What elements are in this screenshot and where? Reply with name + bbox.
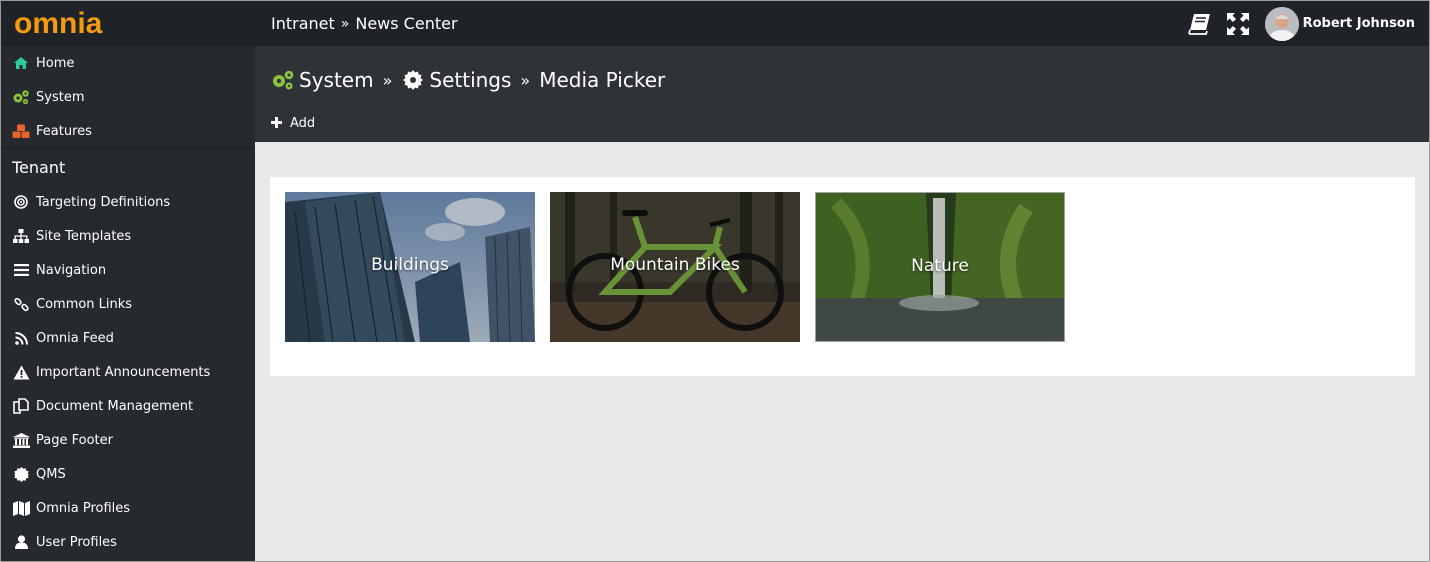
avatar[interactable] <box>1264 6 1299 41</box>
book-icon[interactable] <box>1187 11 1213 37</box>
sidebar-item-label: Targeting Definitions <box>36 194 171 210</box>
user-icon <box>12 533 30 551</box>
top-bar-actions: Robert Johnson <box>1175 6 1429 41</box>
home-icon <box>12 54 30 72</box>
page-breadcrumb: System » Settings » Media Picker <box>271 68 665 92</box>
sitemap-icon <box>12 227 30 245</box>
sidebar-tenant-nav: Targeting Definitions Site Templates Nav… <box>1 185 255 559</box>
media-tile-label: Nature <box>911 256 969 276</box>
breadcrumb-separator: » <box>340 15 350 32</box>
media-picker-panel: Buildings Mountain Bikes Nature <box>270 177 1415 376</box>
certificate-icon <box>12 465 30 483</box>
sidebar-item-label: Navigation <box>36 262 107 278</box>
omnia-logo[interactable]: omnia <box>14 8 102 39</box>
media-tile-nature[interactable]: Nature <box>815 192 1065 342</box>
cogs-icon <box>12 88 30 106</box>
gear-icon <box>401 68 425 92</box>
media-tile-label: Buildings <box>371 255 449 275</box>
sidebar-top-nav: Home System Features <box>1 46 255 149</box>
expand-icon[interactable] <box>1225 11 1251 37</box>
top-bar: Intranet » News Center Robert Johnson <box>255 1 1429 46</box>
sidebar-item-system[interactable]: System <box>1 80 255 114</box>
map-icon <box>12 499 30 517</box>
media-tile-buildings[interactable]: Buildings <box>285 192 535 342</box>
sidebar-item-label: Page Footer <box>36 432 113 448</box>
app-window: omnia Home System Features Tenant Target… <box>0 0 1430 562</box>
cubes-icon <box>12 122 30 140</box>
sidebar-item-label: Common Links <box>36 296 133 312</box>
breadcrumb-link-settings[interactable]: Settings <box>429 68 511 92</box>
sidebar: omnia Home System Features Tenant Target… <box>1 1 255 561</box>
sidebar-item-label: Home <box>36 55 75 71</box>
sidebar-item-common-links[interactable]: Common Links <box>1 287 255 321</box>
link-icon <box>12 295 30 313</box>
logo-bar: omnia <box>1 1 255 46</box>
sidebar-item-label: Document Management <box>36 398 194 414</box>
sidebar-item-omnia-feed[interactable]: Omnia Feed <box>1 321 255 355</box>
sidebar-item-qms[interactable]: QMS <box>1 457 255 491</box>
warning-icon <box>12 363 30 381</box>
breadcrumb-separator: » <box>382 70 393 90</box>
sidebar-section-title: Tenant <box>12 157 66 177</box>
sidebar-item-navigation[interactable]: Navigation <box>1 253 255 287</box>
media-tile-label: Mountain Bikes <box>610 255 740 275</box>
sidebar-item-label: System <box>36 89 85 105</box>
add-button-label: Add <box>290 115 316 131</box>
sidebar-item-home[interactable]: Home <box>1 46 255 80</box>
user-name[interactable]: Robert Johnson <box>1303 16 1415 31</box>
breadcrumb-separator: » <box>520 70 531 90</box>
sidebar-item-omnia-profiles[interactable]: Omnia Profiles <box>1 491 255 525</box>
page-title: Media Picker <box>539 68 666 92</box>
sidebar-item-user-profiles[interactable]: User Profiles <box>1 525 255 559</box>
sidebar-item-label: Omnia Profiles <box>36 500 131 516</box>
breadcrumb-link-intranet[interactable]: Intranet <box>271 14 335 33</box>
sidebar-item-features[interactable]: Features <box>1 114 255 148</box>
sidebar-item-label: Important Announcements <box>36 364 211 380</box>
sidebar-item-page-footer[interactable]: Page Footer <box>1 423 255 457</box>
sidebar-item-label: Omnia Feed <box>36 330 114 346</box>
media-tile-mountain-bikes[interactable]: Mountain Bikes <box>550 192 800 342</box>
breadcrumb-link-system[interactable]: System <box>299 68 374 92</box>
add-button[interactable]: Add <box>271 114 315 132</box>
bank-icon <box>12 431 30 449</box>
cogs-icon <box>271 68 295 92</box>
sidebar-item-site-templates[interactable]: Site Templates <box>1 219 255 253</box>
sidebar-item-label: QMS <box>36 466 66 482</box>
rss-icon <box>12 329 30 347</box>
documents-icon <box>12 397 30 415</box>
bars-icon <box>12 261 30 279</box>
sidebar-item-label: Site Templates <box>36 228 132 244</box>
page-header: System » Settings » Media Picker Add <box>255 46 1429 142</box>
target-icon <box>12 193 30 211</box>
sidebar-item-document-management[interactable]: Document Management <box>1 389 255 423</box>
breadcrumb-link-news-center[interactable]: News Center <box>355 14 457 33</box>
top-breadcrumb: Intranet » News Center <box>255 14 458 33</box>
sidebar-item-targeting-definitions[interactable]: Targeting Definitions <box>1 185 255 219</box>
plus-icon <box>271 114 282 132</box>
sidebar-item-important-announcements[interactable]: Important Announcements <box>1 355 255 389</box>
sidebar-item-label: Features <box>36 123 92 139</box>
sidebar-item-label: User Profiles <box>36 534 117 550</box>
